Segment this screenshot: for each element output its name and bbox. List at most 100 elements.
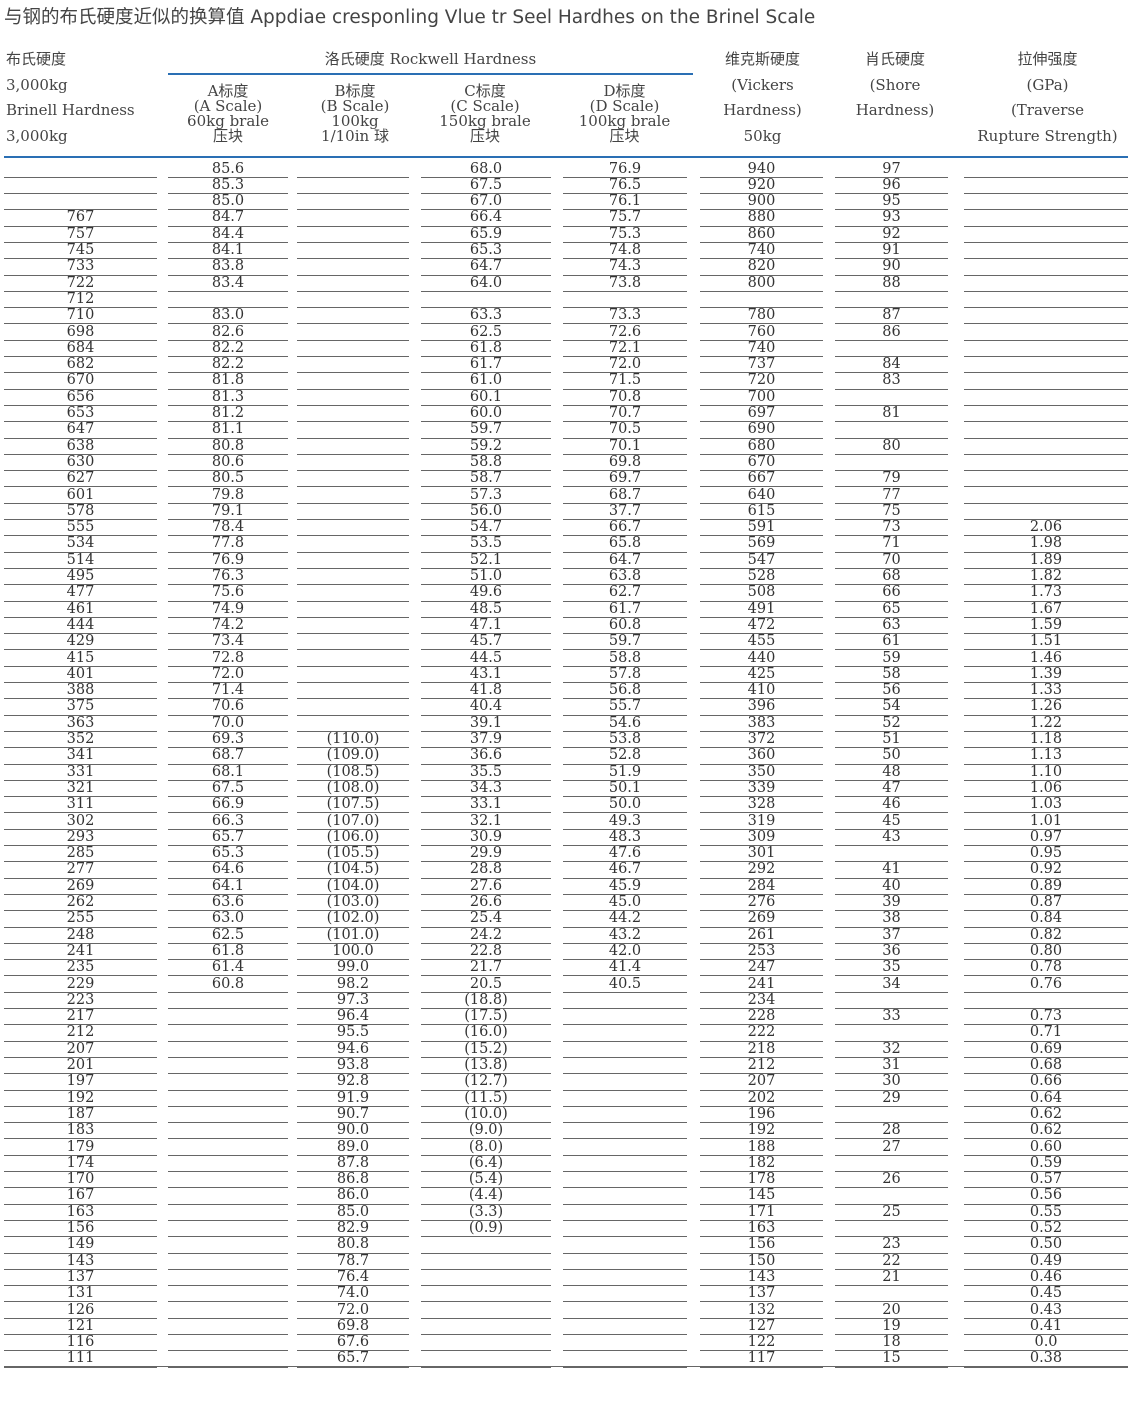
- tensile-cell: 0.55: [964, 1204, 1128, 1221]
- table-row: 277 64.6 (104.5) 28.8 46.7 292 41 0.92: [0, 862, 1131, 879]
- tensile-cell: [964, 243, 1128, 260]
- tensile-cell: [964, 259, 1128, 276]
- table-row: 341 68.7 (109.0) 36.6 52.8 360 50 1.13: [0, 748, 1131, 765]
- rockwell-c-cell: 32.1: [421, 813, 551, 830]
- shore-cell: 95: [835, 193, 948, 211]
- rockwell-a-cell: 80.8: [168, 438, 288, 455]
- table-row: 255 63.0 (102.0) 25.4 44.2 269 38 0.84: [0, 911, 1131, 928]
- shore-cell: 52: [835, 715, 948, 732]
- rockwell-c-cell: 22.8: [421, 943, 551, 961]
- shore-cell: 51: [835, 731, 948, 749]
- table-row: 444 74.2 47.1 60.8 472 63 1.59: [0, 617, 1131, 635]
- rockwell-c-cell: 47.1: [421, 617, 551, 635]
- rockwell-a-cell: 75.6: [168, 585, 288, 602]
- brinell-cell: 341: [4, 748, 157, 765]
- rockwell-a-cell: 83.0: [168, 308, 288, 325]
- rockwell-d-cell: [563, 1009, 687, 1026]
- brinell-cell: 201: [4, 1057, 157, 1075]
- shore-cell: 56: [835, 682, 948, 700]
- vickers-cell: 350: [700, 764, 823, 781]
- vickers-cell: 143: [700, 1269, 823, 1287]
- shore-cell: [835, 390, 948, 406]
- header-brinell-line: 布氏硬度: [6, 50, 67, 68]
- rockwell-c-cell: 44.5: [421, 650, 551, 667]
- shore-cell: 19: [835, 1318, 948, 1336]
- rockwell-b-cell: [297, 390, 409, 406]
- rockwell-a-cell: 84.7: [168, 210, 288, 227]
- table-row: 197 92.8 (12.7) 207 30 0.66: [0, 1074, 1131, 1091]
- shore-cell: 83: [835, 373, 948, 390]
- vickers-cell: 569: [700, 536, 823, 553]
- rockwell-a-cell: 79.1: [168, 503, 288, 521]
- vickers-cell: 410: [700, 682, 823, 700]
- rockwell-d-cell: 76.1: [563, 193, 687, 211]
- table-row: 627 80.5 58.7 69.7 667 79: [0, 471, 1131, 488]
- rockwell-b-cell: 90.0: [297, 1123, 409, 1140]
- rockwell-b-cell: 89.0: [297, 1139, 409, 1156]
- rockwell-d-cell: 61.7: [563, 601, 687, 618]
- vickers-cell: 171: [700, 1204, 823, 1221]
- tensile-cell: [964, 504, 1128, 521]
- rockwell-a-cell: 81.8: [168, 373, 288, 390]
- header-shore: 肖氏硬度 (Shore Hardness): [835, 47, 955, 124]
- vickers-cell: 800: [700, 275, 823, 292]
- rockwell-b-cell: (108.0): [297, 780, 409, 798]
- rockwell-b-cell: (109.0): [297, 748, 409, 765]
- shore-cell: [835, 1156, 948, 1173]
- rockwell-a-cell: 82.2: [168, 340, 288, 358]
- tensile-cell: [964, 390, 1128, 406]
- rockwell-a-cell: 76.9: [168, 552, 288, 569]
- rockwell-b-cell: (107.0): [297, 813, 409, 830]
- vickers-cell: 222: [700, 1025, 823, 1042]
- rockwell-b-cell: [297, 308, 409, 325]
- brinell-cell: 235: [4, 960, 157, 977]
- rockwell-d-cell: 68.7: [563, 487, 687, 504]
- vickers-cell: 860: [700, 226, 823, 243]
- rockwell-c-cell: 28.8: [421, 862, 551, 879]
- rockwell-a-cell: 77.8: [168, 536, 288, 553]
- table-row: 710 83.0 63.3 73.3 780 87: [0, 308, 1131, 325]
- tensile-cell: 1.51: [964, 634, 1128, 651]
- vickers-cell: 680: [700, 438, 823, 455]
- tensile-cell: [964, 292, 1128, 309]
- rockwell-d-cell: [563, 1156, 687, 1173]
- rockwell-b-cell: [297, 553, 409, 569]
- table-row: 331 68.1 (108.5) 35.5 51.9 350 48 1.10: [0, 764, 1131, 781]
- shore-cell: [835, 993, 948, 1010]
- brinell-cell: 223: [4, 992, 157, 1010]
- table-row: 722 83.4 64.0 73.8 800 88: [0, 275, 1131, 292]
- tensile-cell: [964, 210, 1128, 227]
- rockwell-b-cell: [297, 406, 409, 423]
- vickers-cell: 780: [700, 308, 823, 325]
- table-row: 302 66.3 (107.0) 32.1 49.3 319 45 1.01: [0, 813, 1131, 830]
- rockwell-a-cell: 64.1: [168, 878, 288, 895]
- table-row: 85.3 67.5 76.5 920 96: [0, 177, 1131, 195]
- rockwell-c-cell: [421, 1319, 551, 1336]
- tensile-cell: [964, 993, 1128, 1010]
- shore-cell: 43: [835, 829, 948, 847]
- tensile-cell: [964, 194, 1128, 211]
- tensile-cell: 0.80: [964, 943, 1128, 961]
- table-row: 767 84.7 66.4 75.7 880 93: [0, 210, 1131, 227]
- rockwell-d-cell: [563, 1237, 687, 1254]
- brinell-cell: 684: [4, 340, 157, 358]
- rockwell-b-cell: [297, 683, 409, 700]
- shore-cell: 70: [835, 552, 948, 569]
- shore-cell: 20: [835, 1302, 948, 1319]
- rockwell-b-cell: [297, 227, 409, 243]
- rockwell-d-cell: 43.2: [563, 927, 687, 944]
- rockwell-c-cell: (11.5): [421, 1090, 551, 1107]
- shore-cell: [835, 1107, 948, 1124]
- tensile-cell: 1.59: [964, 617, 1128, 635]
- shore-cell: 23: [835, 1237, 948, 1254]
- rockwell-b-cell: [297, 357, 409, 374]
- table-row: 682 82.2 61.7 72.0 737 84: [0, 356, 1131, 374]
- table-row: 375 70.6 40.4 55.7 396 54 1.26: [0, 699, 1131, 716]
- tensile-cell: 1.33: [964, 682, 1128, 700]
- header-tensile: 拉伸强度 (GPa) (Traverse Rupture Strength): [965, 47, 1130, 149]
- rockwell-a-cell: 72.0: [168, 666, 288, 684]
- rockwell-b-cell: [297, 536, 409, 553]
- vickers-cell: 360: [700, 748, 823, 765]
- rockwell-b-cell: 80.8: [297, 1237, 409, 1254]
- vickers-cell: 339: [700, 780, 823, 798]
